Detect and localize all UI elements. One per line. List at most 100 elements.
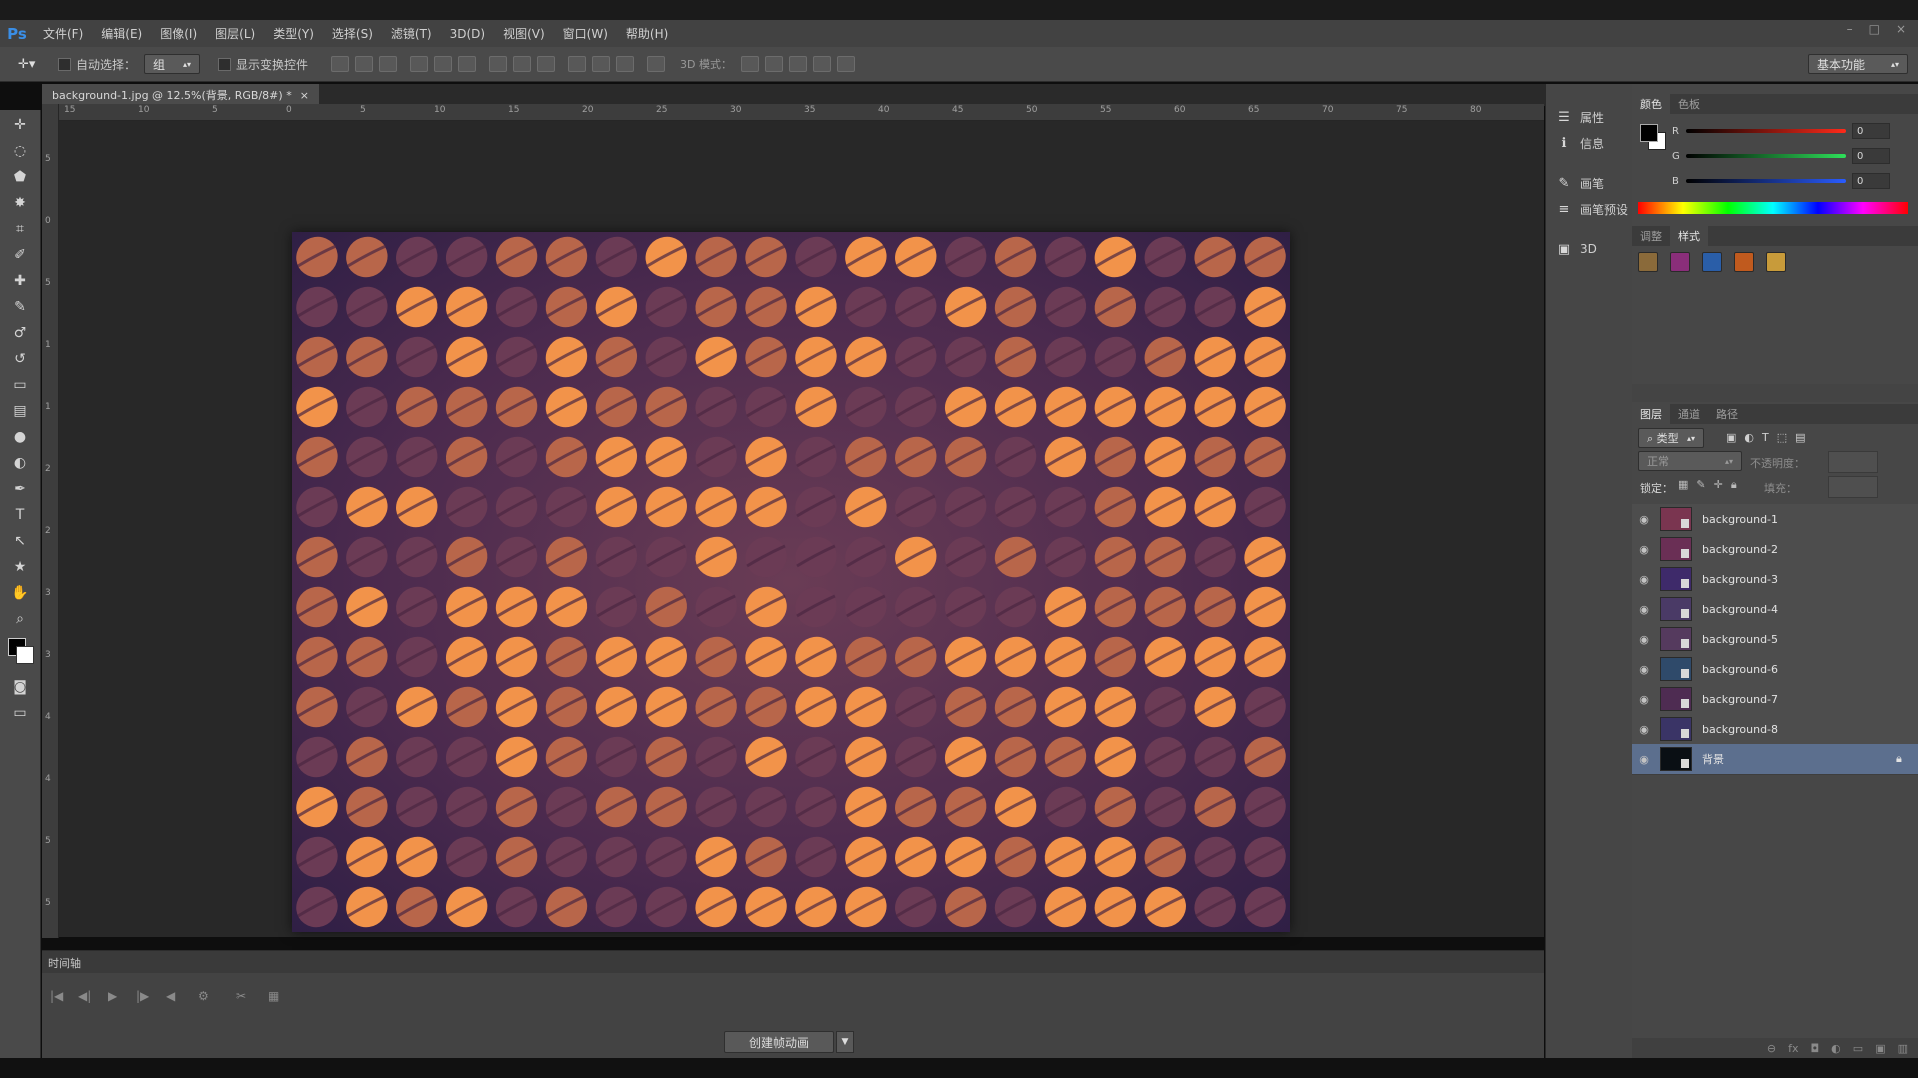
3d-scale-icon[interactable] (837, 56, 855, 72)
lock-position-icon[interactable]: ✛ (1714, 478, 1723, 492)
move-tool-icon[interactable]: ✛ (7, 114, 33, 136)
lock-all-icon[interactable]: 🔒︎ (1731, 478, 1737, 492)
path-select-icon[interactable]: ↖ (7, 530, 33, 552)
add-mask-icon[interactable]: ◘ (1810, 1042, 1819, 1055)
layer-row[interactable]: ◉ background-6 (1632, 654, 1918, 685)
zoom-icon[interactable]: ⌕ (7, 608, 33, 630)
color-spectrum-ramp[interactable] (1638, 202, 1908, 214)
visibility-eye-icon[interactable]: ◉ (1632, 603, 1656, 616)
auto-select-dropdown[interactable]: 组 ▴▾ (144, 54, 201, 74)
filter-smart-icon[interactable]: ▤ (1795, 431, 1805, 444)
menu-layer[interactable]: 图层(L) (206, 25, 264, 42)
auto-align-icon[interactable] (647, 56, 666, 72)
eraser-icon[interactable]: ▭ (7, 374, 33, 396)
history-brush-icon[interactable]: ↺ (7, 348, 33, 370)
align-left-icon[interactable] (410, 56, 429, 72)
align-vcenter-icon[interactable] (355, 56, 374, 72)
document-tab[interactable]: background-1.jpg @ 12.5%(背景, RGB/8#) * × (42, 84, 319, 106)
distribute-vcenter-icon[interactable] (513, 56, 532, 72)
lock-pixels-icon[interactable]: ✎ (1696, 478, 1705, 492)
menu-edit[interactable]: 编辑(E) (92, 25, 151, 42)
layer-row[interactable]: ◉ 背景 🔒︎ (1632, 744, 1918, 775)
blue-slider[interactable] (1686, 179, 1846, 183)
menu-help[interactable]: 帮助(H) (617, 25, 677, 42)
distribute-bottom-icon[interactable] (537, 56, 556, 72)
magic-wand-icon[interactable]: ✸ (7, 192, 33, 214)
layer-row[interactable]: ◉ background-3 (1632, 564, 1918, 595)
filter-adjustment-icon[interactable]: ◐ (1744, 431, 1754, 444)
align-hcenter-icon[interactable] (434, 56, 453, 72)
move-tool-preset-icon[interactable]: ✛▾ (18, 57, 48, 72)
3d-drag-icon[interactable] (789, 56, 807, 72)
menu-select[interactable]: 选择(S) (323, 25, 382, 42)
layer-row[interactable]: ◉ background-8 (1632, 714, 1918, 745)
document-image[interactable] (292, 232, 1290, 932)
menu-3d[interactable]: 3D(D) (441, 27, 494, 41)
dock-brush[interactable]: ✎ 画笔 (1546, 170, 1632, 196)
align-top-icon[interactable] (331, 56, 350, 72)
fill-input[interactable] (1828, 476, 1878, 498)
first-frame-icon[interactable]: |◀ (50, 989, 63, 1003)
tab-channels[interactable]: 通道 (1670, 406, 1708, 422)
document-close-icon[interactable]: × (300, 89, 309, 102)
lock-transparent-icon[interactable]: ▦ (1678, 478, 1688, 492)
blend-mode-dropdown[interactable]: 正常 ▴▾ (1638, 451, 1742, 471)
tab-adjustments[interactable]: 调整 (1632, 228, 1670, 244)
color-swatches[interactable] (6, 638, 34, 668)
workspace-dropdown[interactable]: 基本功能 ▴▾ (1808, 54, 1908, 74)
style-swatch[interactable] (1670, 252, 1690, 272)
align-right-icon[interactable] (458, 56, 477, 72)
blue-slider-row[interactable]: B 0 (1672, 172, 1890, 190)
create-frame-animation-button[interactable]: 创建帧动画 (724, 1031, 834, 1053)
polygon-lasso-icon[interactable]: ⬟ (7, 166, 33, 188)
menu-file[interactable]: 文件(F) (34, 25, 92, 42)
timeline-settings-icon[interactable]: ⚙ (198, 989, 209, 1003)
color-fg-bg-swatch[interactable] (1640, 124, 1668, 152)
maximize-icon[interactable]: □ (1869, 22, 1880, 36)
align-bottom-icon[interactable] (379, 56, 398, 72)
visibility-eye-icon[interactable]: ◉ (1632, 753, 1656, 766)
close-window-icon[interactable]: × (1896, 22, 1906, 36)
visibility-eye-icon[interactable]: ◉ (1632, 543, 1656, 556)
blue-value[interactable]: 0 (1852, 173, 1890, 189)
layer-row[interactable]: ◉ background-4 (1632, 594, 1918, 625)
filter-type-icon[interactable]: T (1762, 431, 1769, 444)
create-dropdown-arrow-icon[interactable]: ▼ (836, 1031, 854, 1053)
visibility-eye-icon[interactable]: ◉ (1632, 513, 1656, 526)
layer-row[interactable]: ◉ background-2 (1632, 534, 1918, 565)
dock-3d[interactable]: ▣ 3D (1546, 236, 1632, 262)
menu-view[interactable]: 视图(V) (494, 25, 554, 42)
new-layer-icon[interactable]: ▣ (1875, 1042, 1885, 1055)
red-slider[interactable] (1686, 129, 1846, 133)
audio-icon[interactable]: ◀ (166, 989, 175, 1003)
green-slider-row[interactable]: G 0 (1672, 147, 1890, 165)
play-icon[interactable]: ▶ (108, 989, 117, 1003)
tab-styles[interactable]: 样式 (1670, 226, 1708, 246)
menu-image[interactable]: 图像(I) (151, 25, 206, 42)
dock-properties[interactable]: ☰ 属性 (1546, 104, 1632, 130)
link-layers-icon[interactable]: ⊖ (1767, 1042, 1776, 1055)
menu-filter[interactable]: 滤镜(T) (382, 25, 441, 42)
screen-mode-icon[interactable]: ▭ (7, 702, 33, 724)
new-adjustment-icon[interactable]: ◐ (1831, 1042, 1841, 1055)
new-group-icon[interactable]: ▭ (1853, 1042, 1863, 1055)
distribute-top-icon[interactable] (489, 56, 508, 72)
layer-row[interactable]: ◉ background-7 (1632, 684, 1918, 715)
3d-roll-icon[interactable] (765, 56, 783, 72)
tab-color[interactable]: 颜色 (1632, 94, 1670, 114)
visibility-eye-icon[interactable]: ◉ (1632, 633, 1656, 646)
3d-rotate-icon[interactable] (741, 56, 759, 72)
hand-icon[interactable]: ✋ (7, 582, 33, 604)
auto-select-checkbox[interactable] (58, 57, 71, 71)
style-swatch[interactable] (1702, 252, 1722, 272)
green-slider[interactable] (1686, 154, 1846, 158)
type-icon[interactable]: T (7, 504, 33, 526)
visibility-eye-icon[interactable]: ◉ (1632, 723, 1656, 736)
red-slider-row[interactable]: R 0 (1672, 122, 1890, 140)
background-color-swatch[interactable] (16, 646, 34, 664)
style-swatch[interactable] (1734, 252, 1754, 272)
transition-icon[interactable]: ▦ (268, 989, 279, 1003)
show-transform-checkbox[interactable] (218, 57, 232, 71)
opacity-input[interactable] (1828, 451, 1878, 473)
tab-layers[interactable]: 图层 (1632, 404, 1670, 424)
